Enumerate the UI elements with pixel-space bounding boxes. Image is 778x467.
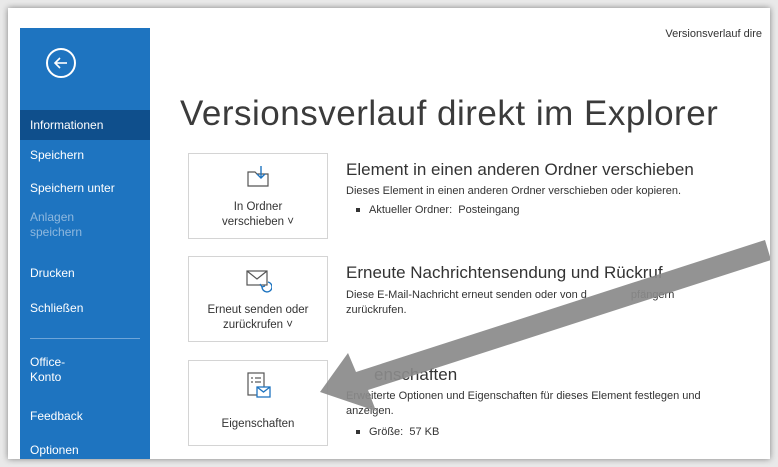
properties-label: Eigenschaften [221,418,295,430]
resend-recall-button[interactable]: Erneut senden oder zurückrufen ˅ [188,256,328,342]
move-to-folder-label: In Ordner verschieben ˅ [222,201,294,228]
mail-resend-icon [246,270,272,293]
nav-separator [30,338,140,339]
back-button[interactable] [46,48,76,78]
properties-section-heading: enschaften [374,365,458,384]
move-to-folder-button[interactable]: In Ordner verschieben ˅ [188,153,328,239]
move-section-description: Dieses Element in einen anderen Ordner v… [346,185,682,197]
nav-drucken[interactable]: Drucken [20,258,150,288]
nav-office-konto[interactable]: Office-Konto [20,353,80,384]
move-section-heading: Element in einen anderen Ordner verschie… [346,160,694,179]
page-title: Versionsverlauf direkt im Explorer [180,94,719,133]
nav-optionen[interactable]: Optionen [20,435,150,459]
nav-informationen[interactable]: Informationen [20,110,150,140]
size-detail: Größe: 57 KB [356,426,439,438]
resend-section-description: Diese E-Mail-Nachricht erneut senden ode… [346,289,675,316]
current-folder-detail: Aktueller Ordner: Posteingang [356,204,519,216]
resend-section-heading: Erneute Nachrichtensendung und Rückruf [346,263,663,282]
properties-button[interactable]: Eigenschaften [188,360,328,446]
nav-anlagen-speichern: Anlagen speichern [30,210,83,239]
properties-section-description: Erweiterte Optionen und Eigenschaften fü… [346,390,701,417]
nav-schliessen[interactable]: Schließen [20,293,150,323]
arrow-left-icon [53,57,67,69]
nav-feedback[interactable]: Feedback [20,401,150,431]
properties-icon [247,372,271,398]
nav-speichern-unter[interactable]: Speichern unter [20,173,150,203]
nav-speichern[interactable]: Speichern [20,140,150,170]
bullet-marker [356,430,360,435]
folder-move-icon [247,166,269,187]
resend-recall-label: Erneut senden oder zurückrufen ˅ [207,304,309,331]
window-title: Versionsverlauf dire [665,28,762,40]
outlook-backstage-window: Informationen Speichern Speichern unter … [8,8,770,459]
bullet-marker [356,208,360,213]
backstage-sidebar: Informationen Speichern Speichern unter … [20,28,150,459]
